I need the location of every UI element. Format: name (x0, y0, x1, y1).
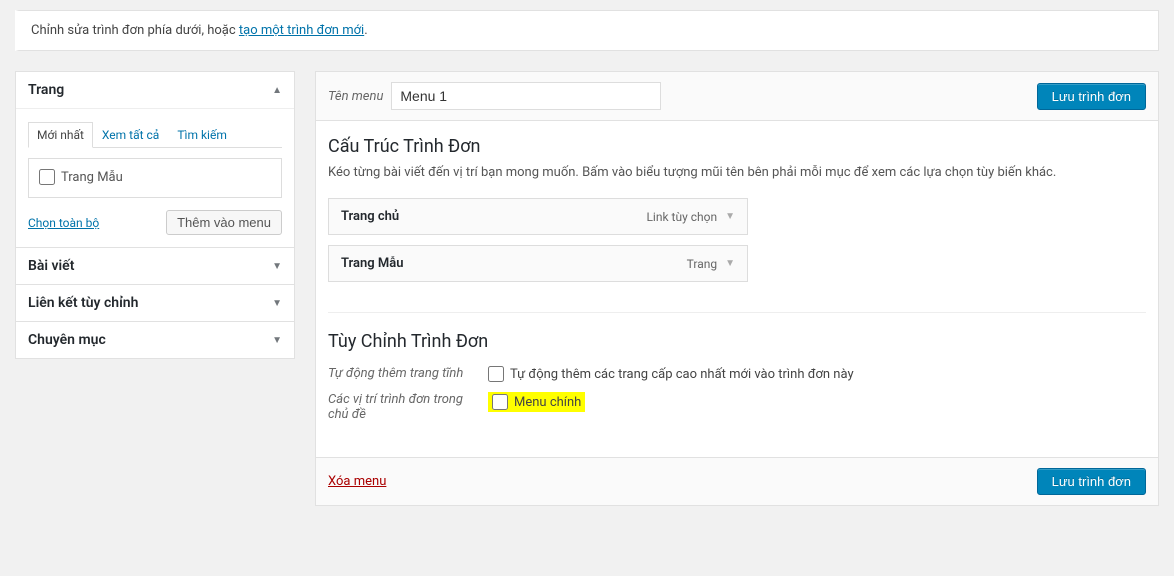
metabox-title: Liên kết tùy chỉnh (28, 295, 138, 311)
menu-item[interactable]: Trang Mẫu Trang ▼ (328, 245, 748, 282)
notice-text-prefix: Chỉnh sửa trình đơn phía dưới, hoặc (31, 23, 239, 38)
menu-item-type: Trang ▼ (687, 257, 735, 271)
metabox-header-categories[interactable]: Chuyên mục ▼ (16, 322, 294, 358)
notice-text-suffix: . (364, 23, 367, 38)
expand-icon: ▼ (272, 335, 282, 346)
delete-menu-link[interactable]: Xóa menu (328, 474, 386, 489)
collapse-icon: ▲ (272, 85, 282, 96)
auto-add-desc: Tự động thêm các trang cấp cao nhất mới … (510, 367, 854, 382)
tab-recent[interactable]: Mới nhất (28, 122, 93, 148)
page-subtabs: Mới nhất Xem tất cả Tìm kiếm (28, 121, 282, 148)
chevron-down-icon[interactable]: ▼ (725, 211, 735, 222)
menu-item-title: Trang Mẫu (341, 256, 404, 271)
menu-item-type: Link tùy chọn ▼ (646, 210, 735, 224)
metabox-body-pages: Mới nhất Xem tất cả Tìm kiếm Trang Mẫu C… (16, 109, 294, 247)
expand-icon: ▼ (272, 261, 282, 272)
page-item-label: Trang Mẫu (61, 170, 123, 185)
structure-desc: Kéo từng bài viết đến vị trí bạn mong mu… (328, 165, 1146, 180)
tab-view-all[interactable]: Xem tất cả (93, 122, 168, 148)
tab-search[interactable]: Tìm kiếm (168, 122, 236, 148)
location-option-label: Menu chính (514, 395, 581, 410)
location-checkbox[interactable] (492, 394, 508, 410)
sidebar: Trang ▲ Mới nhất Xem tất cả Tìm kiếm Tra… (15, 71, 295, 359)
save-menu-button-bottom[interactable]: Lưu trình đơn (1037, 468, 1146, 495)
add-to-menu-button[interactable]: Thêm vào menu (166, 210, 282, 235)
metabox-title: Bài viết (28, 258, 74, 274)
metabox-categories: Chuyên mục ▼ (15, 322, 295, 359)
structure-title: Cấu Trúc Trình Đơn (328, 136, 1146, 157)
metabox-posts: Bài viết ▼ (15, 248, 295, 285)
expand-icon: ▼ (272, 298, 282, 309)
select-all-link[interactable]: Chọn toàn bộ (28, 216, 99, 230)
locations-label: Các vị trí trình đơn trong chủ đề (328, 392, 478, 422)
auto-add-label: Tự động thêm trang tĩnh (328, 366, 478, 381)
setting-auto-add: Tự động thêm trang tĩnh Tự động thêm các… (328, 366, 1146, 382)
settings-title: Tùy Chỉnh Trình Đơn (328, 331, 1146, 352)
menu-header: Tên menu Lưu trình đơn (316, 72, 1158, 121)
page-checkbox[interactable] (39, 169, 55, 185)
notice-bar: Chỉnh sửa trình đơn phía dưới, hoặc tạo … (15, 10, 1159, 51)
menu-item-title: Trang chủ (341, 209, 399, 224)
metabox-header-pages[interactable]: Trang ▲ (16, 72, 294, 109)
menu-name-input[interactable] (391, 82, 661, 110)
metabox-custom-links: Liên kết tùy chỉnh ▼ (15, 285, 295, 322)
metabox-header-posts[interactable]: Bài viết ▼ (16, 248, 294, 284)
metabox-title: Trang (28, 82, 64, 98)
metabox-actions: Chọn toàn bộ Thêm vào menu (28, 210, 282, 235)
chevron-down-icon[interactable]: ▼ (725, 258, 735, 269)
metabox-title: Chuyên mục (28, 332, 106, 348)
auto-add-checkbox[interactable] (488, 366, 504, 382)
create-new-menu-link[interactable]: tạo một trình đơn mới (239, 23, 364, 38)
menu-settings: Tùy Chỉnh Trình Đơn Tự động thêm trang t… (328, 312, 1146, 422)
save-menu-button-top[interactable]: Lưu trình đơn (1037, 83, 1146, 110)
metabox-header-custom-links[interactable]: Liên kết tùy chỉnh ▼ (16, 285, 294, 321)
metabox-pages: Trang ▲ Mới nhất Xem tất cả Tìm kiếm Tra… (15, 71, 295, 248)
menu-body: Cấu Trúc Trình Đơn Kéo từng bài viết đến… (316, 121, 1158, 457)
menu-edit-area: Tên menu Lưu trình đơn Cấu Trúc Trình Đơ… (315, 71, 1159, 506)
page-item[interactable]: Trang Mẫu (39, 169, 271, 185)
page-list: Trang Mẫu (28, 158, 282, 198)
menu-name-label: Tên menu (328, 89, 383, 104)
setting-locations: Các vị trí trình đơn trong chủ đề Menu c… (328, 392, 1146, 422)
location-option-highlight: Menu chính (488, 392, 585, 412)
menu-footer: Xóa menu Lưu trình đơn (316, 457, 1158, 505)
menu-item[interactable]: Trang chủ Link tùy chọn ▼ (328, 198, 748, 235)
